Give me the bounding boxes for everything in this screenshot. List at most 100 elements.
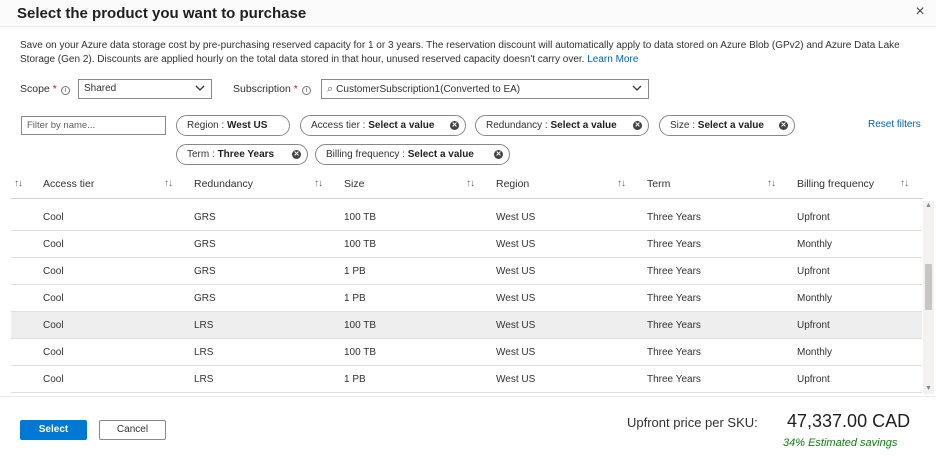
cell-size: 100 TB: [344, 212, 377, 223]
learn-more-link[interactable]: Learn More: [587, 54, 638, 65]
filter-pill-size[interactable]: Size : Select a value ✕: [659, 115, 795, 136]
cell-access-tier: Cool: [43, 293, 64, 304]
table-row[interactable]: Cool GRS 100 TB West US Three Years Mont…: [11, 231, 922, 258]
cell-region: West US: [496, 347, 536, 358]
scope-required-mark: *: [52, 83, 57, 95]
filter-by-name-input[interactable]: Filter by name...: [21, 116, 166, 135]
pill-name: Size: [670, 120, 690, 131]
cell-billing-frequency: Upfront: [797, 374, 830, 385]
cell-billing-frequency: Monthly: [797, 239, 833, 250]
pill-name: Term: [187, 149, 210, 160]
cell-region: West US: [496, 239, 536, 250]
cell-access-tier: Cool: [43, 374, 64, 385]
clear-filter-icon[interactable]: ✕: [450, 121, 459, 130]
cell-redundancy: GRS: [194, 266, 216, 277]
filter-pill-term[interactable]: Term : Three Years ✕: [176, 144, 308, 165]
scope-value: Shared: [84, 83, 117, 94]
pill-name: Access tier: [311, 120, 360, 131]
cell-redundancy: GRS: [194, 212, 216, 223]
subscription-label: Subscription * i: [233, 83, 311, 95]
cell-region: West US: [496, 212, 536, 223]
pill-value: Three Years: [217, 149, 275, 160]
sort-icon[interactable]: ↑↓: [617, 178, 626, 189]
scroll-up-icon[interactable]: ▲: [924, 202, 933, 210]
pill-value: Select a value: [407, 149, 474, 160]
column-header-size[interactable]: Size: [344, 178, 364, 190]
scope-label: Scope * i: [20, 83, 70, 95]
column-header-region[interactable]: Region: [496, 178, 529, 190]
cell-access-tier: Cool: [43, 266, 64, 277]
cell-billing-frequency: Upfront: [797, 266, 830, 277]
estimated-savings: 34% Estimated savings: [783, 437, 898, 449]
price-label: Upfront price per SKU:: [627, 415, 758, 430]
cell-billing-frequency: Upfront: [797, 212, 830, 223]
cell-region: West US: [496, 293, 536, 304]
chevron-down-icon: [632, 85, 642, 91]
close-icon[interactable]: ×: [910, 3, 930, 23]
table-row[interactable]: Cool LRS 100 TB West US Three Years Mont…: [11, 339, 922, 366]
search-icon: ⌕: [327, 83, 334, 95]
cell-term: Three Years: [647, 320, 701, 331]
filter-pill-region[interactable]: Region : West US: [176, 115, 290, 136]
cell-billing-frequency: Monthly: [797, 293, 833, 304]
cell-access-tier: Cool: [43, 320, 64, 331]
subscription-dropdown[interactable]: ⌕ CustomerSubscription1(Converted to EA): [321, 79, 649, 99]
cell-redundancy: LRS: [194, 374, 214, 385]
cell-term: Three Years: [647, 266, 701, 277]
sort-icon[interactable]: ↑↓: [767, 178, 776, 189]
subscription-info-icon[interactable]: i: [301, 86, 311, 95]
column-header-billing-frequency[interactable]: Billing frequency: [797, 178, 874, 190]
clear-filter-icon[interactable]: ✕: [633, 121, 642, 130]
scope-info-icon[interactable]: i: [60, 86, 70, 95]
chevron-down-icon: [195, 85, 205, 91]
cell-size: 100 TB: [344, 320, 377, 331]
cancel-button[interactable]: Cancel: [99, 420, 166, 440]
cell-billing-frequency: Upfront: [797, 320, 830, 331]
cell-redundancy: GRS: [194, 293, 216, 304]
cell-billing-frequency: Monthly: [797, 347, 833, 358]
cell-term: Three Years: [647, 239, 701, 250]
cell-region: West US: [496, 320, 536, 331]
table-row[interactable]: Cool GRS 1 PB West US Three Years Monthl…: [11, 285, 922, 312]
cell-size: 1 PB: [344, 374, 366, 385]
cell-redundancy: LRS: [194, 320, 214, 331]
scroll-down-icon[interactable]: ▼: [924, 385, 933, 393]
cell-access-tier: Cool: [43, 212, 64, 223]
table-body: Cool GRS 100 TB West US Three Years Upfr…: [11, 204, 922, 393]
cell-term: Three Years: [647, 212, 701, 223]
clear-filter-icon[interactable]: ✕: [779, 121, 788, 130]
table-row[interactable]: Cool LRS 1 PB West US Three Years Upfron…: [11, 366, 922, 393]
subscription-required-mark: *: [293, 83, 298, 95]
table-row[interactable]: Cool GRS 100 TB West US Three Years Upfr…: [11, 204, 922, 231]
sort-icon[interactable]: ↑↓: [314, 178, 323, 189]
column-header-access-tier[interactable]: Access tier: [43, 178, 94, 190]
table-row[interactable]: Cool GRS 1 PB West US Three Years Upfron…: [11, 258, 922, 285]
sort-icon[interactable]: ↑↓: [900, 178, 909, 189]
cell-region: West US: [496, 374, 536, 385]
sort-icon[interactable]: ↑↓: [14, 178, 23, 189]
cell-size: 1 PB: [344, 293, 366, 304]
clear-filter-icon[interactable]: ✕: [494, 150, 503, 159]
clear-filter-icon[interactable]: ✕: [292, 150, 301, 159]
sort-icon[interactable]: ↑↓: [164, 178, 173, 189]
cell-size: 100 TB: [344, 239, 377, 250]
table-row-selected[interactable]: Cool LRS 100 TB West US Three Years Upfr…: [11, 312, 922, 339]
pill-value: West US: [227, 120, 268, 131]
scrollbar-thumb[interactable]: [925, 264, 932, 310]
column-header-term[interactable]: Term: [647, 178, 670, 190]
subscription-value: CustomerSubscription1(Converted to EA): [336, 84, 521, 95]
scope-dropdown[interactable]: Shared: [78, 79, 212, 99]
pill-value: Select a value: [368, 120, 435, 131]
column-header-redundancy[interactable]: Redundancy: [194, 178, 253, 190]
filter-pill-redundancy[interactable]: Redundancy : Select a value ✕: [475, 115, 649, 136]
description-text: Save on your Azure data storage cost by …: [20, 40, 900, 65]
filter-pill-access-tier[interactable]: Access tier : Select a value ✕: [300, 115, 466, 136]
select-button[interactable]: Select: [20, 420, 87, 440]
cell-size: 1 PB: [344, 266, 366, 277]
filter-pill-billing-frequency[interactable]: Billing frequency : Select a value ✕: [315, 144, 510, 165]
sort-icon[interactable]: ↑↓: [466, 178, 475, 189]
cell-region: West US: [496, 266, 536, 277]
pill-name: Region: [187, 120, 219, 131]
dialog-header: Select the product you want to purchase …: [0, 0, 936, 27]
reset-filters-link[interactable]: Reset filters: [868, 119, 921, 130]
